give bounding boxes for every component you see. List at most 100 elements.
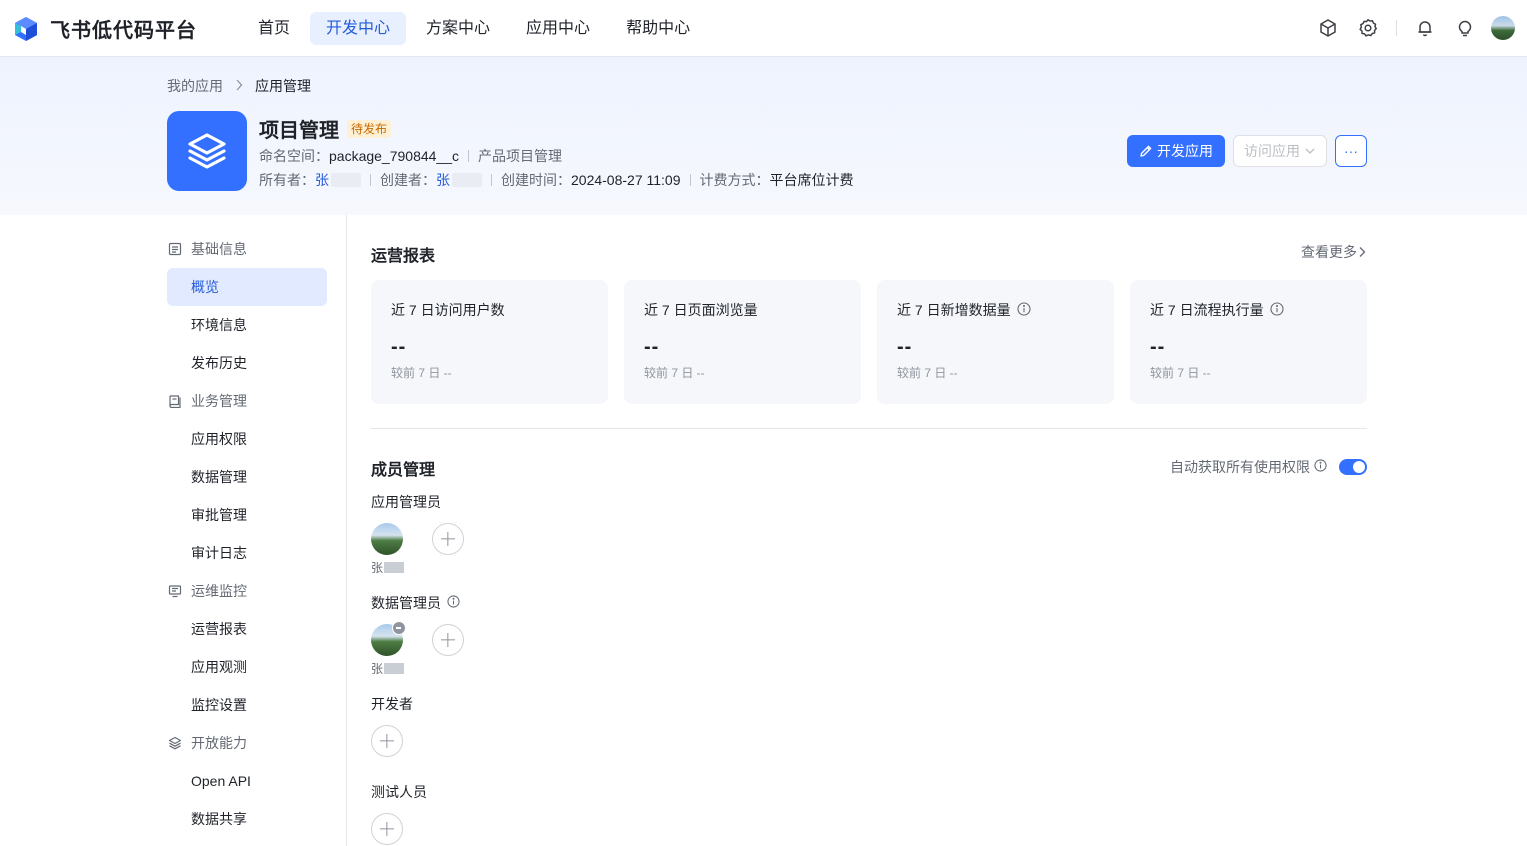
settings-icon[interactable] [1356,16,1380,40]
stat-value: -- [1150,336,1166,358]
ops-report-title: 运营报表 [371,248,436,265]
creator-name[interactable]: 张 [436,170,450,190]
top-right-actions [1300,16,1515,40]
top-navigation-bar: 飞书低代码平台 首页 开发中心 方案中心 应用中心 帮助中心 [0,0,1527,57]
see-more-label: 查看更多 [1301,244,1357,260]
brand-logo[interactable]: 飞书低代码平台 [12,14,197,43]
stat-compare: 较前 7 日 -- [897,366,958,380]
bell-icon[interactable] [1413,16,1437,40]
info-icon[interactable] [447,595,460,611]
stat-label: 近 7 日流程执行量 [1150,302,1264,318]
nav-home[interactable]: 首页 [242,12,306,45]
info-icon[interactable] [1270,301,1284,319]
app-meta-details: 所有者： 张 创建者： 张 创建时间： 2024-08-27 11:09 计费方… [259,170,854,190]
breadcrumb: 我的应用 应用管理 [167,76,311,96]
sidebar-item-release-history[interactable]: 发布历史 [167,344,327,382]
stat-compare: 较前 7 日 -- [1150,366,1211,380]
stat-value: -- [897,336,913,358]
creator-label: 创建者： [380,172,436,188]
app-meta-namespace: 命名空间： package_790844__c 产品项目管理 [259,146,562,166]
add-app-admin-button[interactable] [432,523,464,555]
sidebar-item-data-management[interactable]: 数据管理 [167,458,327,496]
sidebar-divider [346,215,347,846]
auto-permission-label: 自动获取所有使用权限 [1170,459,1310,475]
member-name: 张 [371,561,384,575]
breadcrumb-my-apps[interactable]: 我的应用 [167,76,223,96]
status-badge: 待发布 [347,119,392,138]
sidebar-item-data-sharing[interactable]: 数据共享 [167,800,327,838]
brand-logo-icon [12,15,40,43]
sidebar-group-ops-monitoring: 运维监控 [167,572,327,610]
avatar [371,621,406,656]
redacted-name [331,173,361,187]
more-actions-button[interactable]: ··· [1335,135,1367,167]
chevron-right-icon [235,79,243,94]
sidebar-group-label: 开放能力 [191,735,247,751]
avatar [371,523,403,555]
sidebar-item-app-observability[interactable]: 应用观测 [167,648,327,686]
stat-card-visitors: 近 7 日访问用户数 -- 较前 7 日 -- [371,280,608,404]
member-item[interactable]: 张 [371,621,411,677]
redacted-name [384,663,405,674]
add-tester-button[interactable] [371,813,403,845]
user-avatar[interactable] [1491,16,1515,40]
meta-divider [370,174,371,186]
document-icon [167,241,183,257]
sidebar-item-audit-log[interactable]: 审计日志 [167,534,327,572]
sidebar-item-monitor-settings[interactable]: 监控设置 [167,686,327,724]
app-header: 我的应用 应用管理 项目管理 待发布 命名空间： package_790844_… [0,57,1527,215]
remove-member-icon[interactable] [392,621,406,635]
see-more-link[interactable]: 查看更多 [1301,242,1367,262]
sidebar-item-approval-management[interactable]: 审批管理 [167,496,327,534]
billing-value: 平台席位计费 [769,172,854,188]
nav-app-center[interactable]: 应用中心 [510,12,606,45]
owner-name[interactable]: 张 [315,170,329,190]
visit-app-button[interactable]: 访问应用 [1233,135,1327,167]
tester-members [371,813,403,845]
sidebar-group-label: 运维监控 [191,583,247,599]
edit-pen-icon [1140,145,1152,157]
nav-help-center[interactable]: 帮助中心 [610,12,706,45]
owner-label: 所有者： [259,172,315,188]
develop-app-button[interactable]: 开发应用 [1127,135,1225,167]
sidebar-item-overview[interactable]: 概览 [167,268,327,306]
chevron-down-icon [1305,148,1315,154]
book-icon [167,393,183,409]
role-data-admin-label: 数据管理员 [371,593,460,613]
sidebar: 基础信息 概览 环境信息 发布历史 业务管理 应用权限 数据管理 审批管理 审计… [167,230,327,838]
nav-dev-center[interactable]: 开发中心 [310,12,407,45]
billing-label: 计费方式： [699,172,770,188]
brand-name: 飞书低代码平台 [50,20,197,42]
sidebar-group-open-capabilities: 开放能力 [167,724,327,762]
sidebar-item-open-api[interactable]: Open API [167,762,327,800]
namespace-label: 命名空间： [259,148,329,164]
nav-solution-center[interactable]: 方案中心 [410,12,506,45]
stat-card-flow-executions: 近 7 日流程执行量 -- 较前 7 日 -- [1130,280,1367,404]
main-nav: 首页 开发中心 方案中心 应用中心 帮助中心 [242,12,710,45]
member-item[interactable]: 张 [371,523,411,576]
info-icon[interactable] [1314,459,1327,475]
sidebar-item-env-info[interactable]: 环境信息 [167,306,327,344]
info-icon[interactable] [1017,301,1031,319]
developer-members [371,725,403,757]
package-icon[interactable] [1316,16,1340,40]
created-time: 2024-08-27 11:09 [571,172,681,188]
data-admin-members: 张 [371,621,464,677]
sidebar-group-business: 业务管理 [167,382,327,420]
stat-label: 近 7 日页面浏览量 [644,302,758,318]
sidebar-group-label: 业务管理 [191,393,247,409]
lightbulb-icon[interactable] [1453,16,1477,40]
add-developer-button[interactable] [371,725,403,757]
role-label: 测试人员 [371,784,427,800]
stat-card-page-views: 近 7 日页面浏览量 -- 较前 7 日 -- [624,280,861,404]
meta-divider [491,174,492,186]
sidebar-item-app-permissions[interactable]: 应用权限 [167,420,327,458]
created-label: 创建时间： [501,172,571,188]
monitor-icon [167,583,183,599]
sidebar-group-basic-info: 基础信息 [167,230,327,268]
auto-permission-toggle[interactable] [1339,459,1367,475]
add-data-admin-button[interactable] [432,624,464,656]
namespace-value: package_790844__c [329,148,460,164]
stat-value: -- [644,336,660,358]
sidebar-item-ops-report[interactable]: 运营报表 [167,610,327,648]
